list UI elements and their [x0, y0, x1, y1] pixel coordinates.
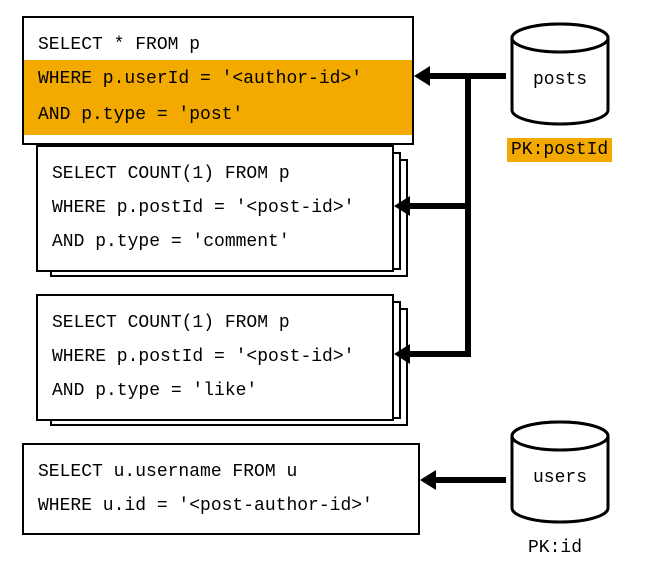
query-box-comments: SELECT COUNT(1) FROM p WHERE p.postId = … [36, 145, 394, 272]
database-label: posts [505, 70, 615, 90]
partition-key-label: PK:id [528, 538, 582, 558]
arrow-connector [408, 203, 468, 209]
sql-line-highlighted: AND p.type = 'post' [24, 96, 412, 134]
arrow-head-icon [394, 344, 410, 364]
sql-line: WHERE p.postId = '<post-id>' [52, 191, 378, 225]
sql-line: WHERE u.id = '<post-author-id>' [38, 489, 404, 523]
arrow-head-icon [420, 470, 436, 490]
arrow-connector [434, 477, 506, 483]
partition-key-text: PK:id [528, 538, 582, 558]
sql-line: AND p.type = 'comment' [52, 225, 378, 259]
query-box-posts: SELECT * FROM p WHERE p.userId = '<autho… [22, 16, 414, 145]
partition-key-label: PK:postId [507, 140, 612, 160]
arrow-head-icon [414, 66, 430, 86]
arrow-head-icon [394, 196, 410, 216]
arrow-connector [465, 73, 471, 357]
sql-line: SELECT * FROM p [38, 28, 398, 62]
database-label: users [505, 468, 615, 488]
arrow-connector [408, 351, 471, 357]
partition-key-highlighted: PK:postId [507, 138, 612, 162]
sql-line: SELECT COUNT(1) FROM p [52, 157, 378, 191]
database-icon-users: users [505, 418, 615, 528]
query-box-likes: SELECT COUNT(1) FROM p WHERE p.postId = … [36, 294, 394, 421]
sql-line: SELECT COUNT(1) FROM p [52, 306, 378, 340]
sql-line: AND p.type = 'like' [52, 374, 378, 408]
query-box-users: SELECT u.username FROM u WHERE u.id = '<… [22, 443, 420, 535]
sql-line: WHERE p.postId = '<post-id>' [52, 340, 378, 374]
database-icon-posts: posts [505, 20, 615, 130]
sql-line: SELECT u.username FROM u [38, 455, 404, 489]
sql-line-highlighted: WHERE p.userId = '<author-id>' [24, 60, 412, 98]
